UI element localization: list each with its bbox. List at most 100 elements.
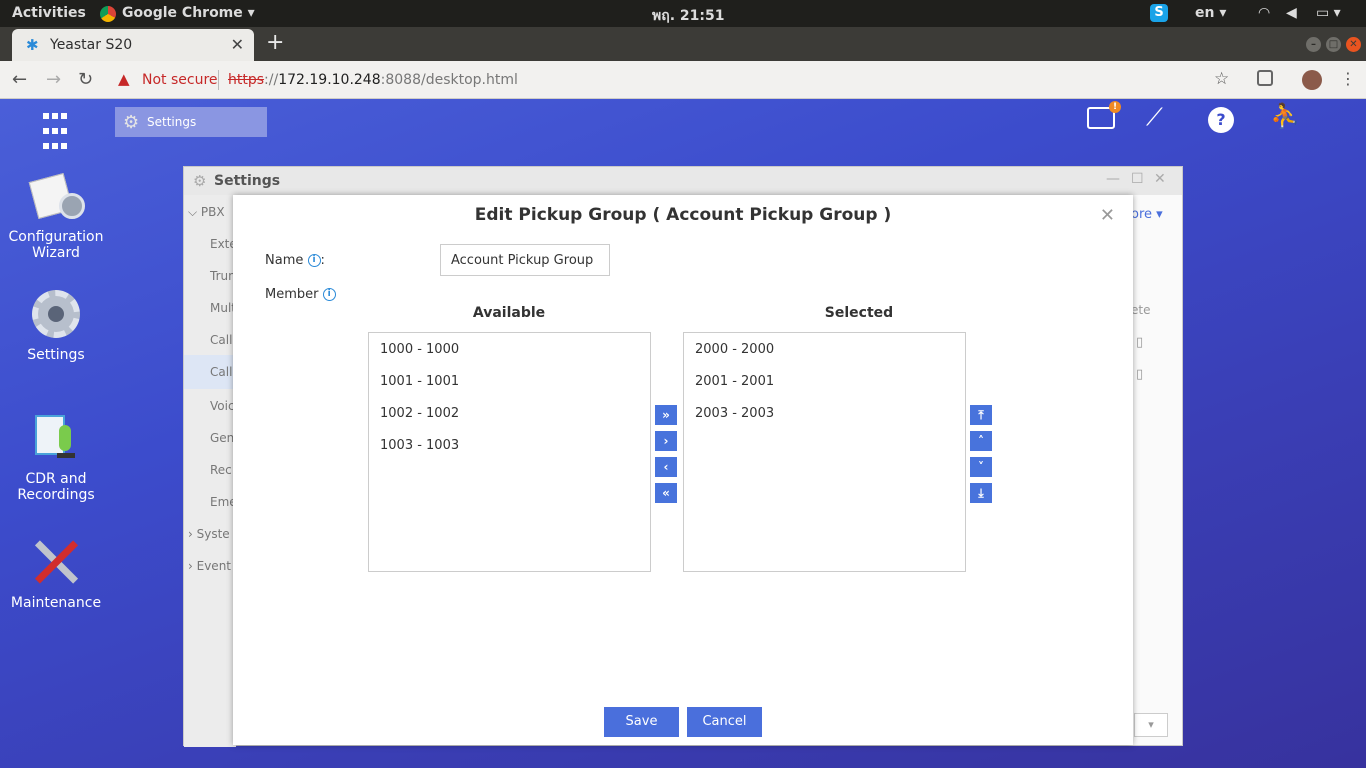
selected-list[interactable]: 2000 - 2000 2001 - 2001 2003 - 2003: [683, 332, 966, 572]
language-label: en: [1195, 5, 1215, 21]
list-item[interactable]: 1002 - 1002: [380, 406, 459, 421]
url-path: :8088/desktop.html: [380, 72, 518, 88]
desktop-icon-label: Settings: [27, 347, 85, 363]
sidebar-item-pbx[interactable]: ⌵ PBX: [188, 205, 225, 220]
list-item[interactable]: 1000 - 1000: [380, 342, 459, 357]
sidebar-item-label: PBX: [200, 205, 225, 219]
clock[interactable]: พฤ. 21:51: [652, 5, 724, 27]
move-right-button[interactable]: ›: [655, 431, 677, 451]
tab-title: Yeastar S20: [50, 37, 133, 53]
info-icon[interactable]: i: [322, 288, 336, 301]
list-item[interactable]: 1001 - 1001: [380, 374, 459, 389]
desktop-icon-label: CDR and: [25, 471, 87, 487]
settings-sidebar: ⌵ PBX Exte Trun Mult Call Call Voic Gen …: [184, 195, 237, 747]
move-all-left-button[interactable]: «: [655, 483, 677, 503]
desktop-icon-maintenance[interactable]: Maintenance: [0, 537, 112, 611]
wifi-icon[interactable]: ◠: [1258, 5, 1270, 21]
battery-icon[interactable]: ▭ ▾: [1316, 5, 1341, 21]
sidebar-item-event[interactable]: › Event: [188, 559, 231, 573]
move-up-button[interactable]: ˄: [970, 431, 992, 451]
omnibox-divider: [218, 70, 219, 90]
back-button[interactable]: ←: [12, 69, 27, 90]
user-account-icon[interactable]: ⛹: [1270, 102, 1300, 130]
desktop-icon-configuration-wizard[interactable]: Configuration Wizard: [0, 171, 112, 261]
move-left-button[interactable]: ‹: [655, 457, 677, 477]
delete-icon[interactable]: ▯: [1136, 367, 1143, 382]
chrome-icon: [100, 6, 116, 22]
new-tab-button[interactable]: +: [266, 30, 284, 55]
taskbar-settings[interactable]: ⚙ Settings: [115, 107, 267, 137]
info-icon[interactable]: i: [307, 254, 321, 267]
move-to-top-button[interactable]: ⤒: [970, 405, 992, 425]
reload-button[interactable]: ↻: [78, 69, 93, 90]
chrome-menu-icon[interactable]: ⋮: [1340, 69, 1356, 88]
window-close-icon[interactable]: ✕: [1154, 171, 1166, 187]
window-maximize-icon[interactable]: ☐: [1131, 171, 1144, 187]
list-item[interactable]: 2003 - 2003: [695, 406, 774, 421]
volume-icon[interactable]: ◀: [1286, 5, 1297, 21]
wizard-icon: [28, 171, 85, 221]
browser-tab[interactable]: ✱ Yeastar S20 ✕: [12, 29, 254, 61]
name-input[interactable]: [440, 244, 610, 276]
list-item[interactable]: 1003 - 1003: [380, 438, 459, 453]
extension-icon[interactable]: [1257, 70, 1273, 86]
move-to-bottom-button[interactable]: ⤓: [970, 483, 992, 503]
omnibox[interactable]: ▲ Not secure https://172.19.10.248:8088/…: [108, 66, 1288, 94]
window-minimize-icon[interactable]: —: [1106, 171, 1120, 187]
page-size-select[interactable]: ▾: [1134, 713, 1168, 737]
member-label: Member i: [265, 287, 336, 302]
maximize-window-button[interactable]: □: [1326, 37, 1341, 52]
warning-icon[interactable]: ▲: [118, 70, 130, 88]
system-top-bar: Activities Google Chrome ▾ พฤ. 21:51 S e…: [0, 0, 1366, 27]
message-icon[interactable]: !: [1087, 101, 1121, 129]
desktop-icon-label: Maintenance: [10, 595, 102, 611]
sidebar-item[interactable]: Gen: [210, 431, 234, 445]
cancel-button[interactable]: Cancel: [687, 707, 762, 737]
more-dropdown[interactable]: ore ▾: [1131, 207, 1163, 222]
bookmark-star-icon[interactable]: ☆: [1214, 69, 1229, 89]
desktop-icon-label: Configuration: [8, 229, 104, 245]
sidebar-item[interactable]: Rec: [210, 463, 232, 477]
url-text[interactable]: https://172.19.10.248:8088/desktop.html: [228, 72, 518, 88]
column-header-delete: ete: [1131, 303, 1151, 317]
security-label[interactable]: Not secure: [142, 72, 218, 88]
move-all-right-button[interactable]: »: [655, 405, 677, 425]
name-label: Name i:: [265, 253, 325, 268]
settings-window-gear-icon: ⚙: [193, 172, 207, 190]
sidebar-item-label: Syste: [196, 527, 230, 541]
forward-button[interactable]: →: [46, 69, 61, 90]
minimize-window-button[interactable]: –: [1306, 37, 1321, 52]
gear-icon: ⚙: [123, 112, 140, 133]
app-menu[interactable]: Google Chrome ▾: [122, 5, 255, 21]
language-indicator[interactable]: en ▾: [1195, 5, 1226, 21]
dialog-close-icon[interactable]: ✕: [1100, 205, 1115, 226]
help-icon[interactable]: ?: [1208, 107, 1234, 133]
move-down-button[interactable]: ˅: [970, 457, 992, 477]
sidebar-item-system[interactable]: › Syste: [188, 527, 230, 541]
app-grid-icon[interactable]: [43, 111, 70, 156]
skype-icon[interactable]: S: [1150, 4, 1168, 22]
desktop-icon-settings[interactable]: Settings: [0, 289, 112, 363]
desktop-icon-cdr-recordings[interactable]: CDR and Recordings: [0, 413, 112, 503]
tab-strip: ✱ Yeastar S20 ✕ + – □ ✕: [0, 27, 1366, 61]
available-list[interactable]: 1000 - 1000 1001 - 1001 1002 - 1002 1003…: [368, 332, 651, 572]
member-label-text: Member: [265, 287, 319, 302]
delete-icon[interactable]: ▯: [1136, 335, 1143, 350]
sidebar-item-active[interactable]: Call: [184, 355, 236, 389]
activities-button[interactable]: Activities: [12, 5, 86, 21]
sidebar-item-label: Call: [210, 365, 233, 379]
list-item[interactable]: 2000 - 2000: [695, 342, 774, 357]
save-button[interactable]: Save: [604, 707, 679, 737]
list-item[interactable]: 2001 - 2001: [695, 374, 774, 389]
pbx-desktop: ⚙ Settings ! ⟋ ? ⛹ Configuration Wizard …: [0, 99, 1366, 768]
sidebar-item[interactable]: Call: [210, 333, 232, 347]
sidebar-item[interactable]: Voic: [210, 399, 235, 413]
profile-avatar[interactable]: [1302, 70, 1322, 90]
statistics-chart-icon[interactable]: ⟋: [1146, 103, 1163, 131]
sidebar-item[interactable]: Trun: [210, 269, 236, 283]
url-scheme: https: [228, 72, 265, 88]
tools-icon: [31, 537, 81, 587]
sidebar-item-label: Event: [196, 559, 232, 573]
tab-close-icon[interactable]: ✕: [231, 35, 244, 54]
close-window-button[interactable]: ✕: [1346, 37, 1361, 52]
